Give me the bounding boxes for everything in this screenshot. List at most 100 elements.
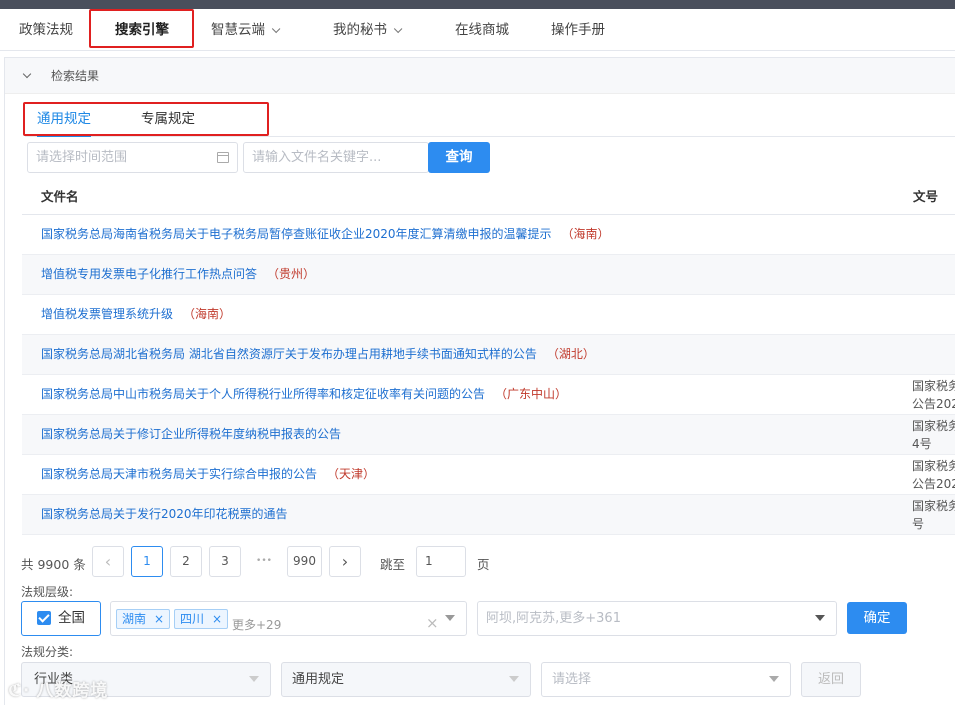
region-label: （天津） (327, 467, 376, 481)
caret-down-icon (769, 676, 779, 682)
table-row[interactable]: 国家税务总局关于发行2020年印花税票的通告 国家税务号 (22, 495, 955, 535)
chevron-down-icon (271, 24, 281, 34)
file-link[interactable]: 增值税发票管理系统升级 （海南） (41, 295, 231, 334)
query-button[interactable]: 查询 (428, 142, 490, 173)
close-icon[interactable]: × (212, 612, 222, 626)
doc-number-line: 号 (912, 517, 925, 531)
table-row[interactable]: 国家税务总局湖北省税务局 湖北省自然资源厅关于发布办理占用耕地手续书面通知式样的… (22, 335, 955, 375)
table-row[interactable]: 增值税专用发票电子化推行工作热点问答 （贵州） (22, 255, 955, 295)
checkbox-label: 全国 (58, 610, 85, 626)
doc-number-line: 4号 (912, 437, 932, 451)
jump-page-input[interactable]: 1 (416, 546, 466, 577)
category-select-3[interactable]: 请选择 (541, 662, 791, 697)
file-link[interactable]: 增值税专用发票电子化推行工作热点问答 （贵州） (41, 255, 315, 294)
nav-label: 我的秘书 (333, 22, 387, 38)
nav-manual[interactable]: 操作手册 (551, 9, 605, 51)
doc-number-line: 公告202 (912, 397, 955, 411)
column-header-number: 文号 (913, 189, 939, 204)
nav-smart-cloud[interactable]: 智慧云端 (211, 9, 281, 51)
nationwide-checkbox[interactable]: 全国 (21, 601, 101, 636)
page-button-2[interactable]: 2 (170, 546, 202, 577)
province-select[interactable]: 湖南 × 四川 × 更多+29 × (110, 601, 467, 636)
doc-number-line: 国家税务 (912, 499, 955, 513)
tag-label: 湖南 (122, 612, 147, 626)
page-ellipsis[interactable]: ••• (248, 546, 280, 577)
province-tag: 四川 × (174, 609, 229, 629)
category-placeholder: 请选择 (552, 672, 592, 687)
keyword-input[interactable]: 请输入文件名关键字... (243, 142, 429, 173)
total-count: 共 9900 条 (21, 557, 86, 572)
file-title: 国家税务总局海南省税务局关于电子税务局暂停查账征收企业2020年度汇算清缴申报的… (41, 227, 552, 241)
category-select-2[interactable]: 通用规定 (281, 662, 531, 697)
date-placeholder: 请选择时间范围 (36, 150, 128, 165)
chevron-down-icon (393, 24, 403, 34)
confirm-button[interactable]: 确定 (847, 602, 907, 634)
chevron-down-icon (22, 69, 32, 79)
region-label: （广东中山） (495, 387, 568, 401)
prev-page-button[interactable]: ‹ (92, 546, 124, 577)
nav-my-secretary[interactable]: 我的秘书 (333, 9, 403, 51)
panel-title: 检索结果 (51, 69, 100, 83)
doc-number: 国家税务公告202 (912, 377, 955, 413)
watermark-text: 八数跨境 (36, 681, 109, 701)
highlight-box-nav (89, 9, 194, 48)
file-title: 增值税专用发票电子化推行工作热点问答 (41, 267, 258, 281)
doc-number-line: 国家税务 (912, 459, 955, 473)
category-label: 法规分类: (21, 645, 74, 659)
keyword-placeholder: 请输入文件名关键字... (252, 150, 382, 165)
doc-number: 国家税务 4号 (912, 417, 955, 453)
nav-label: 政策法规 (19, 22, 73, 38)
nav-label: 智慧云端 (211, 22, 265, 38)
caret-down-icon (815, 615, 825, 621)
table-row[interactable]: 国家税务总局天津市税务局关于实行综合申报的公告 （天津） 国家税务公告202 (22, 455, 955, 495)
category-value: 通用规定 (292, 672, 345, 687)
file-link[interactable]: 国家税务总局关于发行2020年印花税票的通告 (41, 495, 298, 534)
region-label: （海南） (561, 227, 610, 241)
table-row[interactable]: 国家税务总局关于修订企业所得税年度纳税申报表的公告 国家税务 4号 (22, 415, 955, 455)
page-button-1[interactable]: 1 (131, 546, 163, 577)
top-bar (0, 0, 955, 9)
doc-number-line: 公告202 (912, 477, 955, 491)
city-select[interactable]: 阿坝,阿克苏,更多+361 (477, 601, 837, 636)
back-button[interactable]: 返回 (801, 662, 861, 697)
calendar-icon (217, 152, 229, 163)
file-title: 国家税务总局天津市税务局关于实行综合申报的公告 (41, 467, 318, 481)
page-button-last[interactable]: 990 (287, 546, 322, 577)
file-link[interactable]: 国家税务总局天津市税务局关于实行综合申报的公告 （天津） (41, 455, 375, 494)
region-label: （贵州） (267, 267, 316, 281)
highlight-box-tabs (23, 102, 269, 136)
doc-number: 国家税务号 (912, 497, 955, 533)
panel-header[interactable]: 检索结果 (5, 58, 955, 94)
nav-label: 操作手册 (551, 22, 605, 38)
caret-down-icon (249, 676, 259, 682)
file-link[interactable]: 国家税务总局关于修订企业所得税年度纳税申报表的公告 (41, 415, 351, 454)
caret-down-icon (445, 615, 455, 621)
column-header-name: 文件名 (41, 189, 79, 204)
nav-policy[interactable]: 政策法规 (19, 9, 73, 51)
date-range-input[interactable]: 请选择时间范围 (27, 142, 238, 173)
file-title: 国家税务总局中山市税务局关于个人所得税行业所得率和核定征收率有关问题的公告 (41, 387, 486, 401)
nav-online-store[interactable]: 在线商城 (455, 9, 509, 51)
clear-icon[interactable]: × (426, 609, 439, 635)
page-unit-label: 页 (477, 557, 490, 572)
next-page-button[interactable]: › (329, 546, 361, 577)
level-label: 法规层级: (21, 585, 74, 599)
file-title: 国家税务总局关于修订企业所得税年度纳税申报表的公告 (41, 427, 342, 441)
table-header: 文件名 文号 (22, 178, 955, 215)
page-button-3[interactable]: 3 (209, 546, 241, 577)
table-row[interactable]: 国家税务总局海南省税务局关于电子税务局暂停查账征收企业2020年度汇算清缴申报的… (22, 215, 955, 255)
watermark: ℭ· 八数跨境 (8, 676, 108, 701)
close-icon[interactable]: × (154, 612, 164, 626)
jump-label: 跳至 (380, 557, 406, 572)
table-row[interactable]: 增值税发票管理系统升级 （海南） (22, 295, 955, 335)
caret-down-icon (509, 676, 519, 682)
file-link[interactable]: 国家税务总局海南省税务局关于电子税务局暂停查账征收企业2020年度汇算清缴申报的… (41, 215, 610, 254)
province-more: 更多+29 (232, 618, 282, 632)
file-link[interactable]: 国家税务总局中山市税务局关于个人所得税行业所得率和核定征收率有关问题的公告 （广东… (41, 375, 567, 414)
nav-label: 在线商城 (455, 22, 509, 38)
doc-number-line: 国家税务 (912, 379, 955, 393)
file-title: 国家税务总局湖北省税务局 湖北省自然资源厅关于发布办理占用耕地手续书面通知式样的… (41, 347, 537, 361)
doc-number: 国家税务公告202 (912, 457, 955, 493)
file-link[interactable]: 国家税务总局湖北省税务局 湖北省自然资源厅关于发布办理占用耕地手续书面通知式样的… (41, 335, 595, 374)
table-row[interactable]: 国家税务总局中山市税务局关于个人所得税行业所得率和核定征收率有关问题的公告 （广东… (22, 375, 955, 415)
